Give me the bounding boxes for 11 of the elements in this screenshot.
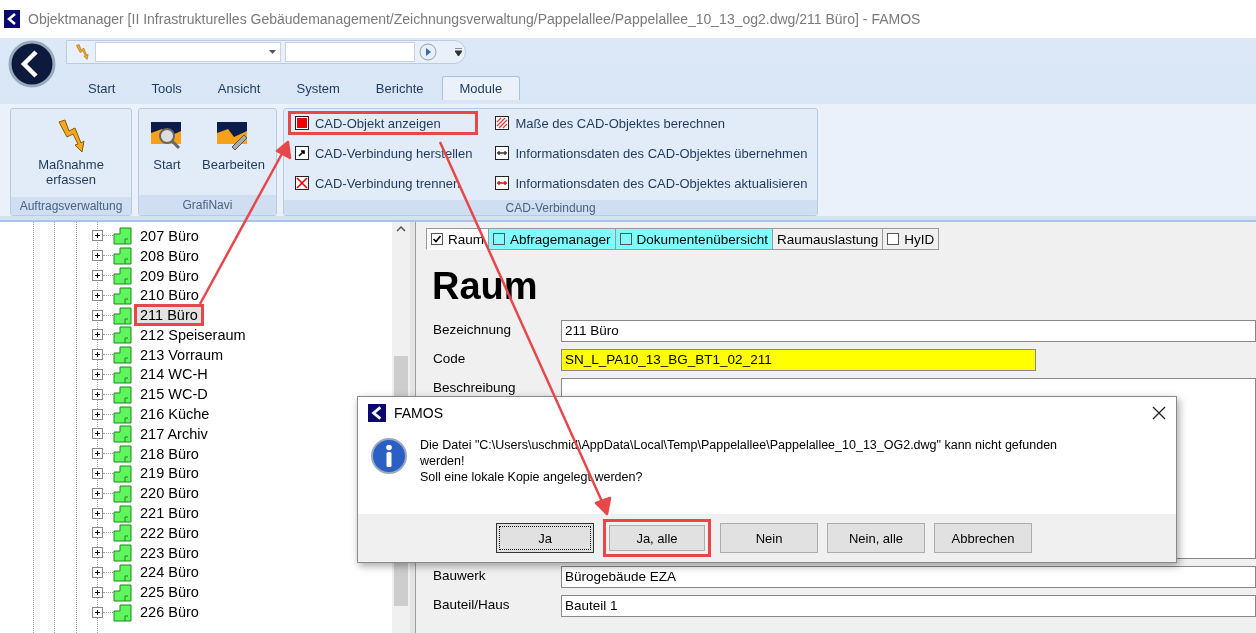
field-label: Bezeichnung bbox=[433, 321, 513, 337]
field-label: Bauteil/Haus bbox=[433, 596, 511, 612]
field-label: Code bbox=[433, 350, 467, 366]
window-title: Objektmanager [II Infrastrukturelles Gebäudemanagement/Zeichnungsverwaltung/Pappelallee/Pappelallee_10_13_og2.dwg/211 Büro] - FAMOS bbox=[28, 11, 921, 27]
field-label: Beschreibung bbox=[433, 379, 517, 395]
group-label: CAD-Verbindung bbox=[283, 200, 818, 215]
field-label: Bauwerk bbox=[433, 567, 487, 583]
dialog-title: FAMOS bbox=[394, 405, 443, 421]
group-label: GrafiNavi bbox=[139, 195, 276, 215]
dialog-message: Soll eine lokale Kopie angelegt werden? bbox=[420, 469, 644, 485]
group-label: Auftragsverwaltung bbox=[11, 197, 131, 215]
